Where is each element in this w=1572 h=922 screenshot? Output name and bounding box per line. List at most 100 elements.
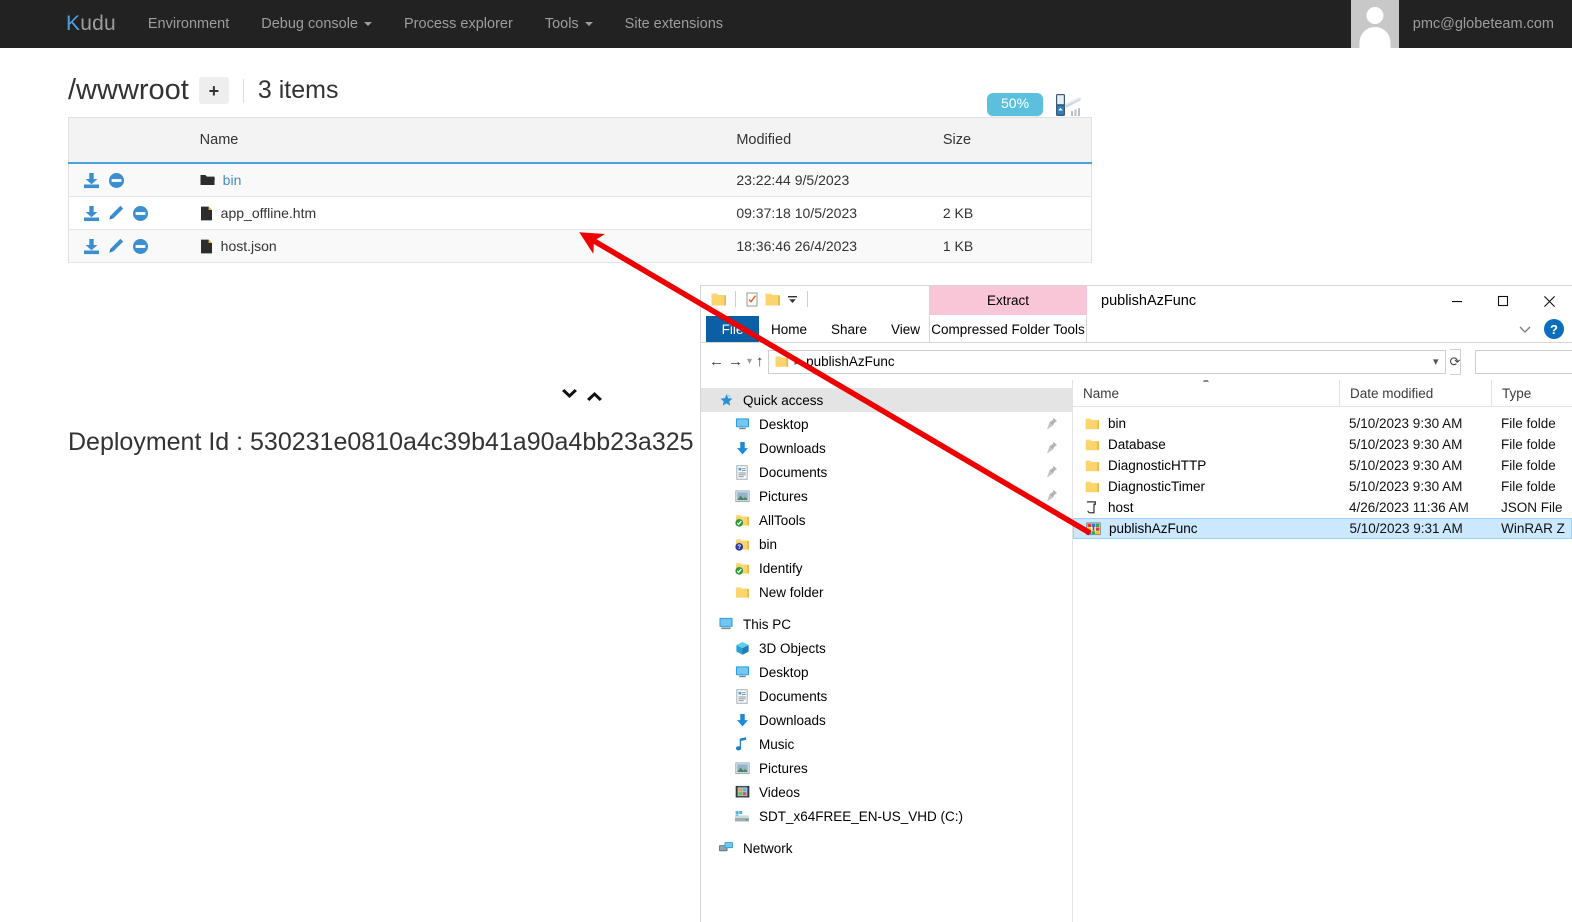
delete-icon[interactable] — [132, 238, 149, 255]
row-name-cell: bin — [189, 163, 727, 197]
tab-compressed-folder-tools[interactable]: Compressed Folder Tools — [929, 316, 1087, 342]
nav-item-tools[interactable]: Tools — [529, 0, 609, 48]
nav-item-debug-console[interactable]: Debug console — [245, 0, 388, 48]
col-header-size[interactable]: Size — [932, 117, 1092, 164]
list-item[interactable]: host 4/26/2023 11:36 AM JSON File — [1073, 497, 1572, 518]
list-item-type: File folde — [1501, 416, 1556, 431]
chevron-down-icon[interactable] — [1518, 322, 1532, 336]
list-item-name: host — [1073, 500, 1339, 515]
maximize-icon — [1497, 295, 1509, 307]
table-row[interactable]: bin 23:22:44 9/5/2023 — [68, 163, 1092, 197]
row-modified: 18:36:46 26/4/2023 — [726, 229, 933, 263]
quick-access-toolbar — [711, 291, 811, 307]
nav-header-network[interactable]: Network — [701, 836, 1072, 860]
chevron-down-icon[interactable] — [560, 388, 579, 402]
divider — [807, 291, 808, 307]
window-controls — [1434, 286, 1572, 316]
download-icon[interactable] — [83, 238, 100, 255]
refresh-button[interactable]: ⟳ — [1449, 348, 1462, 375]
list-item[interactable]: Database 5/10/2023 9:30 AM File folde — [1073, 434, 1572, 455]
address-dropdown-icon[interactable]: ▾ — [1433, 355, 1439, 368]
pin-icon[interactable] — [1046, 441, 1058, 458]
sidebar-item-3d-objects[interactable]: 3D Objects — [701, 636, 1072, 660]
back-button[interactable]: ← — [709, 350, 724, 374]
sidebar-item-pictures-label: Pictures — [759, 488, 808, 504]
new-folder-icon[interactable] — [765, 292, 781, 307]
sidebar-item-desktop-pc[interactable]: Desktop — [701, 660, 1072, 684]
ribbon-help-area: ? — [1518, 319, 1564, 339]
nav-header-quick-access[interactable]: Quick access — [701, 388, 1072, 412]
sidebar-item-downloads-pc[interactable]: Downloads — [701, 708, 1072, 732]
pin-icon[interactable] — [1046, 465, 1058, 482]
sidebar-item-downloads[interactable]: Downloads — [701, 436, 1072, 460]
list-item-date: 5/10/2023 9:30 AM — [1349, 479, 1463, 494]
download-icon[interactable] — [83, 205, 100, 222]
sidebar-item-identify[interactable]: Identify — [701, 556, 1072, 580]
list-item-name-label: DiagnosticHTTP — [1108, 458, 1207, 473]
maximize-button[interactable] — [1480, 286, 1526, 316]
kudu-logo[interactable]: Kudu — [0, 0, 132, 48]
table-row[interactable]: app_offline.htm 09:37:18 10/5/2023 2 KB — [68, 196, 1092, 230]
delete-icon[interactable] — [108, 172, 125, 189]
delete-icon[interactable] — [132, 205, 149, 222]
folder-icon[interactable] — [711, 292, 727, 307]
list-item[interactable]: publishAzFunc 5/10/2023 9:31 AM WinRAR Z — [1073, 518, 1572, 539]
breadcrumb[interactable]: publishAzFunc — [806, 354, 895, 369]
nav-item-site-extensions[interactable]: Site extensions — [609, 0, 739, 48]
user-area[interactable]: pmc@globeteam.com — [1350, 0, 1572, 48]
folder-icon — [1085, 481, 1100, 492]
documents-icon — [731, 464, 753, 480]
nav-item-process-explorer[interactable]: Process explorer — [388, 0, 529, 48]
chevron-down-icon[interactable] — [786, 293, 799, 306]
close-button[interactable] — [1526, 286, 1572, 316]
sidebar-item-pictures-pc[interactable]: Pictures — [701, 756, 1072, 780]
minimize-button[interactable] — [1434, 286, 1480, 316]
search-box[interactable] — [1475, 349, 1572, 374]
nav-item-environment[interactable]: Environment — [132, 0, 245, 48]
search-input[interactable] — [1482, 353, 1572, 370]
table-row[interactable]: host.json 18:36:46 26/4/2023 1 KB — [68, 229, 1092, 263]
upload-icon[interactable] — [1051, 90, 1083, 120]
sidebar-item-videos[interactable]: Videos — [701, 780, 1072, 804]
list-item[interactable]: DiagnosticHTTP 5/10/2023 9:30 AM File fo… — [1073, 455, 1572, 476]
col-header-name[interactable]: Name — [189, 117, 727, 164]
sidebar-item-documents-pc[interactable]: Documents — [701, 684, 1072, 708]
column-header-type[interactable]: Type — [1491, 380, 1571, 406]
sidebar-item-bin[interactable]: ? bin — [701, 532, 1072, 556]
list-item[interactable]: DiagnosticTimer 5/10/2023 9:30 AM File f… — [1073, 476, 1572, 497]
sidebar-item-alltools[interactable]: AllTools — [701, 508, 1072, 532]
edit-icon[interactable] — [108, 238, 124, 254]
recent-locations-button[interactable]: ▾ — [747, 350, 752, 374]
column-header-date-modified[interactable]: Date modified — [1339, 380, 1491, 406]
sidebar-item-new-folder[interactable]: New folder — [701, 580, 1072, 604]
tab-home[interactable]: Home — [759, 316, 819, 342]
pin-icon[interactable] — [1046, 417, 1058, 434]
column-header-name[interactable]: Name ▲ — [1073, 380, 1339, 406]
pin-icon[interactable] — [1046, 489, 1058, 506]
sidebar-item-desktop[interactable]: Desktop — [701, 412, 1072, 436]
file-link-bin[interactable]: bin — [223, 172, 242, 188]
sidebar-item-identify-label: Identify — [759, 560, 803, 576]
sidebar-item-3d-objects-label: 3D Objects — [759, 640, 826, 656]
sidebar-item-music[interactable]: Music — [701, 732, 1072, 756]
tab-file[interactable]: File — [706, 316, 759, 342]
properties-icon[interactable] — [744, 292, 760, 307]
chevron-up-icon[interactable] — [585, 388, 604, 402]
download-icon[interactable] — [83, 172, 100, 189]
sidebar-item-local-disk-c[interactable]: SDT_x64FREE_EN-US_VHD (C:) — [701, 804, 1072, 828]
tab-share[interactable]: Share — [819, 316, 879, 342]
tab-view[interactable]: View — [879, 316, 932, 342]
address-input[interactable]: ▸ publishAzFunc ▾ — [767, 349, 1446, 374]
col-header-modified[interactable]: Modified — [726, 117, 933, 164]
list-item[interactable]: bin 5/10/2023 9:30 AM File folde — [1073, 413, 1572, 434]
up-button[interactable]: ↑ — [756, 350, 764, 374]
add-button[interactable]: + — [198, 77, 229, 104]
edit-icon[interactable] — [108, 205, 124, 221]
contextual-tab-extract[interactable]: Extract — [929, 286, 1087, 315]
forward-button[interactable]: → — [728, 350, 743, 374]
sidebar-item-pictures[interactable]: Pictures — [701, 484, 1072, 508]
help-icon[interactable]: ? — [1544, 319, 1564, 339]
sidebar-item-documents[interactable]: Documents — [701, 460, 1072, 484]
nav-item-tools-label: Tools — [544, 16, 579, 32]
nav-header-this-pc[interactable]: This PC — [701, 612, 1072, 636]
